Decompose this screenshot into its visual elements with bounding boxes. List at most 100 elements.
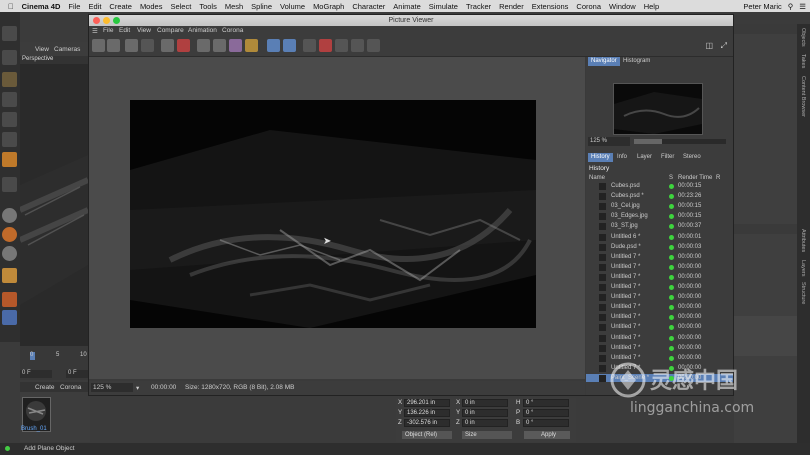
difference-icon[interactable] [303, 39, 316, 52]
material-name[interactable]: Brush_01 [21, 426, 47, 432]
text-overlay-icon[interactable] [319, 39, 332, 52]
pv-menu-animation[interactable]: Animation [188, 27, 217, 34]
history-header-render-time[interactable]: Render Time [678, 175, 712, 181]
navigator-zoom-field[interactable]: 125 % [588, 137, 630, 146]
tab-layers[interactable]: Layers [800, 260, 806, 277]
coord-rot-h-field[interactable]: 0 ° [523, 399, 569, 407]
expand-icon[interactable]: ⤢ [721, 41, 727, 51]
split-horizontal-icon[interactable] [267, 39, 280, 52]
menu-edit[interactable]: Edit [88, 2, 101, 11]
history-header-r[interactable]: R [716, 175, 720, 181]
pv-menu-list-icon[interactable]: ☰ [92, 27, 98, 35]
history-row[interactable]: Untitled 7 * 00:00:00 [586, 253, 733, 263]
history-row[interactable]: Untitled 7 * 00:00:00 [586, 313, 733, 323]
menu-tools[interactable]: Tools [199, 2, 217, 11]
tab-navigator[interactable]: Navigator [588, 57, 620, 66]
grid-icon[interactable] [2, 310, 17, 325]
menu-spline[interactable]: Spline [251, 2, 272, 11]
menu-list-icon[interactable]: ☰ [799, 2, 806, 11]
frame-field-end[interactable]: 0 F [66, 370, 88, 378]
render-active-icon[interactable] [177, 39, 190, 52]
coord-size-z-field[interactable]: 0 in [462, 419, 508, 427]
menu-create[interactable]: Create [109, 2, 132, 11]
tab-stereo[interactable]: Stereo [680, 153, 704, 162]
history-row[interactable]: 03_Cel.jpg 00:00:15 [586, 202, 733, 212]
polygons-mode-icon[interactable] [2, 132, 17, 147]
tab-takes[interactable]: Takes [800, 54, 806, 68]
material-corona-menu[interactable]: Corona [60, 384, 81, 391]
coord-pos-z-field[interactable]: -302.576 in [404, 419, 450, 427]
menu-render[interactable]: Render [499, 2, 524, 11]
menu-simulate[interactable]: Simulate [429, 2, 458, 11]
history-row[interactable]: Cubes.psd 00:00:15 [586, 182, 733, 192]
close-window-button[interactable] [93, 17, 100, 24]
swap-icon[interactable] [229, 39, 242, 52]
menu-file[interactable]: File [68, 2, 80, 11]
compare-a-icon[interactable] [197, 39, 210, 52]
coord-pos-x-field[interactable]: 296.201 in [404, 399, 450, 407]
pv-menu-edit[interactable]: Edit [119, 27, 130, 34]
tab-attributes[interactable]: Attributes [800, 229, 806, 252]
layer-icon[interactable] [351, 39, 364, 52]
history-row[interactable]: Untitled 7 * 00:00:00 [586, 263, 733, 273]
menu-animate[interactable]: Animate [393, 2, 421, 11]
paint-icon[interactable] [2, 268, 17, 283]
app-menu[interactable]: Cinema 4D [22, 2, 61, 11]
coord-pos-y-field[interactable]: 136.226 in [404, 409, 450, 417]
coord-mode-dropdown[interactable]: Object (Rel) [402, 431, 452, 439]
menu-select[interactable]: Select [170, 2, 191, 11]
workplane-icon[interactable] [2, 246, 17, 261]
image-canvas[interactable]: ➤ [89, 57, 585, 379]
coord-size-dropdown[interactable]: Size [462, 431, 512, 439]
coord-rot-b-field[interactable]: 0 ° [523, 419, 569, 427]
apply-button[interactable]: Apply [524, 431, 570, 439]
model-mode-icon[interactable] [2, 152, 17, 167]
axis-icon[interactable] [2, 177, 17, 192]
save-icon[interactable] [107, 39, 120, 52]
tab-filter[interactable]: Filter [658, 153, 677, 162]
render-icon[interactable] [161, 39, 174, 52]
undo-icon[interactable] [2, 26, 17, 41]
history-header-name[interactable]: Name [589, 175, 605, 181]
menu-window[interactable]: Window [609, 2, 636, 11]
tab-history[interactable]: History [588, 153, 613, 162]
minimize-window-button[interactable] [103, 17, 110, 24]
pv-menu-compare[interactable]: Compare [157, 27, 184, 34]
pv-menu-file[interactable]: File [103, 27, 113, 34]
menu-corona[interactable]: Corona [576, 2, 601, 11]
frame-field[interactable]: 0 F [20, 370, 52, 378]
history-row[interactable]: Untitled 7 * 00:00:00 [586, 303, 733, 313]
coord-rot-p-field[interactable]: 0 ° [523, 409, 569, 417]
menu-volume[interactable]: Volume [280, 2, 305, 11]
tab-layer[interactable]: Layer [634, 153, 655, 162]
compare-b-icon[interactable] [213, 39, 226, 52]
history-row[interactable]: 03_Edges.jpg 00:00:15 [586, 212, 733, 222]
history-header-status[interactable]: S [669, 175, 673, 181]
menu-mograph[interactable]: MoGraph [313, 2, 344, 11]
navigator-zoom-slider[interactable] [634, 139, 726, 144]
menu-extensions[interactable]: Extensions [532, 2, 569, 11]
filter-icon[interactable] [335, 39, 348, 52]
history-row[interactable]: Cubes.psd * 00:23:26 [586, 192, 733, 202]
zoom-field[interactable]: 125 % [91, 383, 133, 392]
menu-mesh[interactable]: Mesh [225, 2, 243, 11]
history-row[interactable]: Untitled 7 * 00:00:00 [586, 334, 733, 344]
tab-content-browser[interactable]: Content Browser [800, 76, 806, 117]
snap-settings-icon[interactable] [2, 227, 17, 242]
pv-menu-view[interactable]: View [137, 27, 151, 34]
panel-toggle-icon[interactable]: ◫ [705, 41, 713, 50]
history-row[interactable]: Untitled 6 * 00:00:01 [586, 233, 733, 243]
tab-histogram[interactable]: Histogram [620, 57, 653, 66]
viewport-cameras-menu[interactable]: Cameras [54, 46, 80, 53]
viewport-view-menu[interactable]: View [35, 46, 49, 53]
snap-icon[interactable] [2, 208, 17, 223]
grid-view-icon[interactable] [367, 39, 380, 52]
move-tool-icon[interactable] [2, 50, 17, 65]
history-row[interactable]: Untitled 7 * 00:00:00 [586, 323, 733, 333]
ab-icon[interactable] [245, 39, 258, 52]
perspective-viewport[interactable]: Perspective [20, 56, 90, 346]
edges-mode-icon[interactable] [2, 112, 17, 127]
history-row[interactable]: Untitled 7 * 00:00:00 [586, 273, 733, 283]
menu-modes[interactable]: Modes [140, 2, 163, 11]
navigator-thumbnail[interactable] [613, 83, 703, 135]
